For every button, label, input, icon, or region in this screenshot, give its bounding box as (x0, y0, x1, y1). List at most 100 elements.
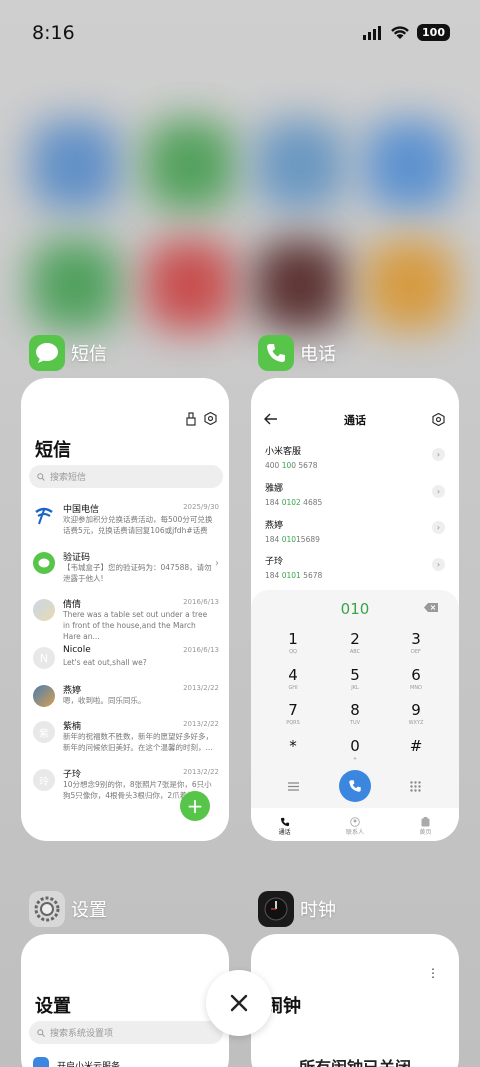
message-date: 2016/6/13 (183, 646, 219, 654)
contact-detail-button[interactable]: › (432, 485, 445, 498)
clock-app-header[interactable]: 时钟 (258, 891, 336, 927)
search-icon (37, 1028, 45, 1037)
new-message-button[interactable]: + (180, 791, 210, 821)
sender-name: Nicole (63, 645, 91, 655)
settings-search-input[interactable]: 搜索系统设置项 (29, 1021, 223, 1044)
settings-item-cloud[interactable]: 开启小米云服务 (33, 1057, 120, 1067)
phone-app-icon (258, 335, 294, 371)
more-options-icon[interactable]: ⋮ (427, 966, 439, 980)
message-preview: 新年的祝福数不胜数，新年的愿望好多好多，新年的问候依旧美好。在这个温馨的时刻，.… (63, 732, 213, 752)
messages-card[interactable]: 短信 搜索短信 中国电信 2025/9/30 欢迎参加积分兑换话费活动，每500… (21, 378, 229, 841)
contact-detail-button[interactable]: › (432, 521, 445, 534)
message-date: 2013/2/22 (183, 768, 219, 776)
dialpad-toggle-icon[interactable] (410, 781, 421, 792)
settings-title: 设置 (35, 996, 71, 1017)
clock-app-icon (258, 891, 294, 927)
chevron-right-icon: › (215, 558, 219, 569)
contact-row[interactable]: 雅娜 184 0102 4685 (265, 481, 445, 507)
contact-number: 400 100 5678 (265, 461, 318, 470)
avatar (33, 599, 55, 621)
list-item[interactable]: 中国电信 2025/9/30 欢迎参加积分兑换话费活动，每500分可兑换话费5元… (33, 502, 219, 544)
list-item[interactable]: 紫 紫楠 2013/2/22 新年的祝福数不胜数，新年的愿望好多好多，新年的问候… (33, 719, 219, 761)
dial-key-4[interactable]: 4 GHI (273, 666, 313, 691)
backspace-icon[interactable] (424, 603, 438, 612)
messages-app-header[interactable]: 短信 (29, 335, 107, 371)
settings-app-name: 设置 (71, 900, 107, 921)
menu-icon[interactable] (288, 782, 299, 791)
list-item[interactable]: 倩倩 2016/6/13 There was a table set out u… (33, 597, 219, 641)
dial-key-hash[interactable]: # (396, 737, 436, 756)
message-preview: Let's eat out,shall we? (63, 658, 147, 667)
tab-calls[interactable]: 通话 (279, 817, 291, 836)
message-date: 2016/6/13 (183, 598, 219, 606)
messages-search-input[interactable]: 搜索短信 (29, 465, 223, 488)
dial-key-7[interactable]: 7 PQRS (273, 701, 313, 726)
close-icon (230, 994, 248, 1012)
verification-chat-icon (33, 552, 55, 574)
settings-app-header[interactable]: 设置 (29, 891, 107, 927)
contact-name: 小米客服 (265, 447, 302, 457)
search-icon (37, 472, 45, 481)
empty-alarm-message: 所有闹钟已关闭 (251, 1054, 459, 1067)
dial-key-star[interactable]: * (273, 737, 313, 756)
contact-row[interactable]: 子玲 184 0101 5678 (265, 554, 445, 580)
message-preview: There was a table set out under a tree i… (63, 610, 208, 641)
cloud-icon (33, 1057, 49, 1067)
contact-detail-button[interactable]: › (432, 448, 445, 461)
call-button[interactable] (339, 770, 371, 802)
message-date: 2013/2/22 (183, 720, 219, 728)
wifi-icon (391, 26, 409, 39)
messages-app-name: 短信 (71, 344, 107, 365)
message-preview: 欢迎参加积分兑换话费活动，每500分可兑换话费5元，兑换话费请回复106或jfd… (63, 515, 213, 535)
close-all-button[interactable] (206, 970, 272, 1036)
messages-app-icon (29, 335, 65, 371)
list-item[interactable]: 燕婷 2013/2/22 嗯，收到啦。同乐同乐。 (33, 683, 219, 713)
avatar: 紫 (33, 721, 55, 743)
tab-yellow-pages[interactable]: 黄页 (419, 816, 431, 836)
dial-key-0[interactable]: 0 + (335, 737, 375, 762)
clean-icon[interactable] (185, 412, 197, 426)
contact-row[interactable]: 小米客服 400 100 5678 (265, 444, 445, 470)
dial-key-8[interactable]: 8 TUV (335, 701, 375, 726)
phone-app-name: 电话 (300, 344, 336, 365)
contact-detail-button[interactable]: › (432, 558, 445, 571)
phone-app-header[interactable]: 电话 (258, 335, 336, 371)
settings-gear-icon[interactable] (204, 412, 217, 425)
contact-icon (350, 816, 360, 827)
avatar: 玲 (33, 769, 55, 791)
tab-contacts[interactable]: 联系人 (346, 816, 364, 836)
phone-icon (349, 780, 361, 792)
contact-name: 燕婷 (265, 521, 284, 531)
contact-row[interactable]: 燕婷 184 01015689 (265, 518, 445, 544)
clock-card[interactable]: ⋮ 闹钟 所有闹钟已关闭 (251, 934, 459, 1067)
clock-app-name: 时钟 (300, 900, 336, 921)
yellow-pages-icon (421, 816, 430, 826)
message-date: 2013/2/22 (183, 684, 219, 692)
message-date: 2025/9/30 (183, 503, 219, 511)
dial-key-9[interactable]: 9 WXYZ (396, 701, 436, 726)
contact-number: 184 01015689 (265, 535, 320, 544)
contact-name: 子玲 (265, 557, 284, 567)
contact-name: 雅娜 (265, 484, 284, 494)
dialpad: 010 1 QQ 2 ABC 3 DEF 4 GHI 5 JKL 6 MNO 7 PQRS 8… (251, 590, 459, 808)
contact-number: 184 0102 4685 (265, 498, 323, 507)
dial-key-2[interactable]: 2 ABC (335, 630, 375, 655)
phone-card[interactable]: 通话 小米客服 400 100 5678 › 雅娜 184 0102 4685 … (251, 378, 459, 841)
dial-key-3[interactable]: 3 DEF (396, 630, 436, 655)
list-item[interactable]: N Nicole 2016/6/13 Let's eat out,shall w… (33, 645, 219, 675)
settings-gear-icon[interactable] (432, 413, 445, 426)
status-bar: 8:16 100 (0, 0, 480, 66)
message-preview: 【韦城盒子】您的验证码为：047588，请勿泄露于他人! (63, 563, 212, 583)
phone-bottom-nav: 通话 联系人 黄页 (251, 811, 459, 841)
settings-app-icon (29, 891, 65, 927)
message-preview: 嗯，收到啦。同乐同乐。 (63, 696, 146, 705)
messages-title: 短信 (35, 440, 71, 461)
settings-card[interactable]: 设置 搜索系统设置项 开启小米云服务 (21, 934, 229, 1067)
signal-icon (363, 25, 382, 40)
list-item[interactable]: 验证码 › 【韦城盒子】您的验证码为：047588，请勿泄露于他人! (33, 550, 219, 590)
battery-indicator: 100 (417, 24, 450, 41)
dial-key-5[interactable]: 5 JKL (335, 666, 375, 691)
dial-key-1[interactable]: 1 QQ (273, 630, 313, 655)
avatar (33, 685, 55, 707)
dial-key-6[interactable]: 6 MNO (396, 666, 436, 691)
